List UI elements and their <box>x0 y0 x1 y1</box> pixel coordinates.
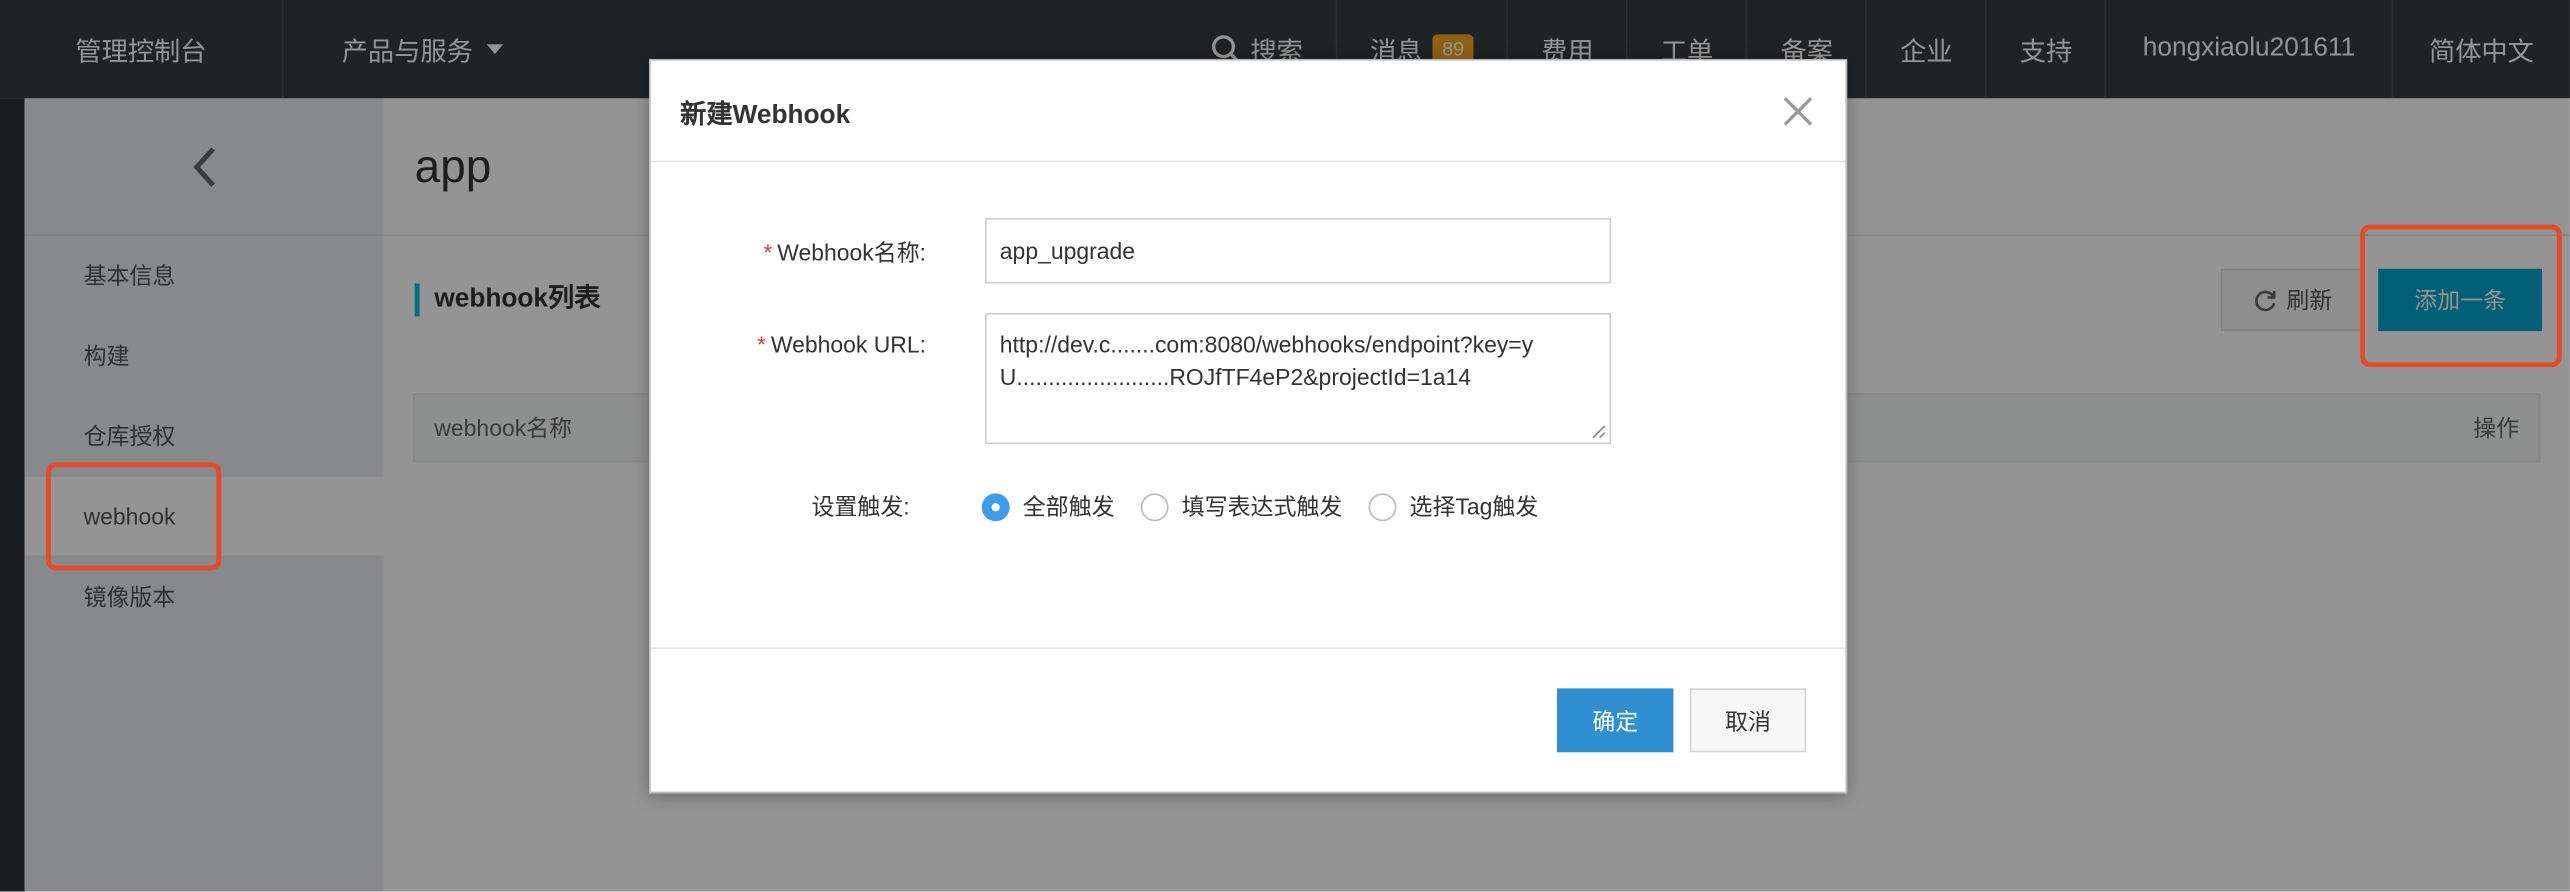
radio-all-trigger[interactable]: 全部触发 <box>981 490 1115 523</box>
webhook-url-label: * Webhook URL: <box>651 331 926 357</box>
radio-expression-trigger-label: 填写表达式触发 <box>1181 493 1343 520</box>
resize-handle-icon[interactable] <box>1590 423 1606 439</box>
stage: 管理控制台 产品与服务 搜索 消息 89 费用 工单 备案 企业 支持 hong… <box>0 0 2570 892</box>
new-webhook-dialog: 新建Webhook * Webhook名称: app_upgrade * Webho… <box>649 59 1848 794</box>
radio-tag-trigger[interactable]: 选择Tag触发 <box>1368 490 1539 523</box>
webhook-name-value: app_upgrade <box>999 237 1136 264</box>
webhook-url-value: http://dev.c.......com:8080/webhooks/end… <box>999 331 1534 391</box>
confirm-label: 确定 <box>1592 707 1639 734</box>
radio-expression-trigger[interactable]: 填写表达式触发 <box>1140 490 1343 523</box>
required-asterisk: * <box>763 239 773 266</box>
radio-unchecked-icon <box>1140 492 1169 521</box>
close-icon[interactable] <box>1780 93 1816 129</box>
confirm-button[interactable]: 确定 <box>1557 688 1674 753</box>
trigger-label: 设置触发: <box>811 493 910 520</box>
trigger-radio-group: 全部触发 填写表达式触发 选择Tag触发 <box>981 490 1539 523</box>
required-asterisk: * <box>756 331 766 358</box>
radio-all-trigger-label: 全部触发 <box>1022 493 1115 520</box>
dialog-footer: 确定 取消 <box>650 647 1846 791</box>
cancel-button[interactable]: 取消 <box>1689 688 1807 753</box>
radio-unchecked-icon <box>1368 492 1397 521</box>
webhook-url-textarea[interactable]: http://dev.c.......com:8080/webhooks/end… <box>985 313 1612 445</box>
radio-checked-icon <box>981 492 1010 521</box>
webhook-name-input[interactable]: app_upgrade <box>985 217 1612 284</box>
dialog-title: 新建Webhook <box>680 100 851 129</box>
dialog-header: 新建Webhook <box>650 61 1846 163</box>
webhook-url-label-text: Webhook URL: <box>770 331 927 358</box>
highlight-box-sidebar-webhook <box>45 462 222 571</box>
radio-tag-trigger-label: 选择Tag触发 <box>1409 493 1539 520</box>
webhook-name-label: * Webhook名称: <box>651 236 926 269</box>
highlight-box-add-button <box>2360 224 2562 368</box>
webhook-name-label-text: Webhook名称: <box>777 239 927 266</box>
cancel-label: 取消 <box>1725 707 1771 734</box>
